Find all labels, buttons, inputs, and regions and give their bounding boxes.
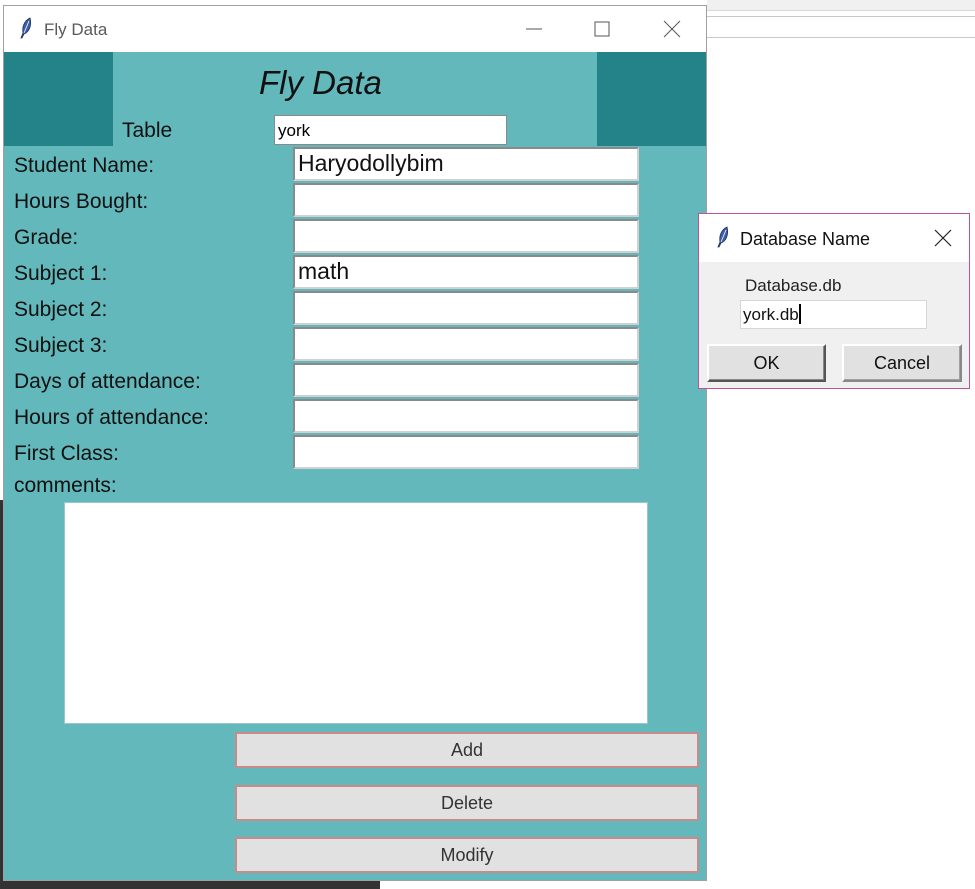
subject-2-input[interactable] (293, 291, 639, 325)
first-class-input[interactable] (293, 435, 639, 469)
days-attendance-input[interactable] (293, 363, 639, 397)
ok-button[interactable]: OK (707, 344, 826, 382)
maximize-icon (594, 21, 610, 37)
subject-1-label: Subject 1: (14, 262, 108, 285)
grade-input[interactable] (293, 219, 639, 253)
subject-1-input[interactable]: math (293, 255, 639, 289)
table-input[interactable]: york (274, 115, 507, 145)
title-bar[interactable]: Fly Data (4, 6, 706, 52)
hours-bought-label: Hours Bought: (14, 190, 149, 213)
add-button[interactable]: Add (235, 732, 699, 768)
subject-2-label: Subject 2: (14, 298, 108, 321)
minimize-button[interactable] (504, 6, 564, 52)
first-class-label: First Class: (14, 442, 119, 465)
subject-3-input[interactable] (293, 327, 639, 361)
dialog-title: Database Name (740, 229, 871, 249)
hours-attendance-input[interactable] (293, 399, 639, 433)
maximize-button[interactable] (572, 6, 632, 52)
database-name-dialog: Database Name Database.db york.db OK Can… (698, 213, 970, 389)
modify-button[interactable]: Modify (235, 837, 699, 873)
comments-textarea[interactable] (64, 502, 648, 724)
comments-label: comments: (14, 474, 117, 497)
database-name-input[interactable]: york.db (740, 300, 927, 329)
dialog-close-button[interactable] (925, 222, 961, 254)
close-icon (663, 20, 681, 38)
database-name-value: york.db (743, 305, 799, 324)
background-window-field (707, 16, 975, 38)
database-label: Database.db (745, 276, 842, 295)
student-name-input[interactable]: Haryodollybim (293, 147, 639, 181)
cancel-button[interactable]: Cancel (842, 344, 962, 382)
table-label: Table (122, 119, 173, 142)
student-name-label: Student Name: (14, 154, 155, 177)
dialog-title-bar[interactable]: Database Name (699, 214, 969, 262)
close-button[interactable] (642, 6, 702, 52)
window-title: Fly Data (44, 20, 108, 39)
fly-data-window: Fly Data Fly Data Table york Student Nam… (3, 5, 707, 881)
hours-bought-input[interactable] (293, 183, 639, 217)
days-attendance-label: Days of attendance: (14, 370, 201, 393)
minimize-icon (526, 28, 542, 30)
subject-3-label: Subject 3: (14, 334, 108, 357)
grade-label: Grade: (14, 226, 79, 249)
header-block-right (597, 52, 706, 146)
close-icon (934, 229, 952, 247)
app-title: Fly Data (259, 64, 382, 101)
hours-attendance-label: Hours of attendance: (14, 406, 209, 429)
text-caret (798, 304, 801, 325)
background-window-strip (707, 0, 975, 11)
feather-icon (20, 17, 32, 39)
feather-icon (717, 226, 729, 248)
delete-button[interactable]: Delete (235, 785, 699, 821)
header-block-left (4, 52, 113, 146)
